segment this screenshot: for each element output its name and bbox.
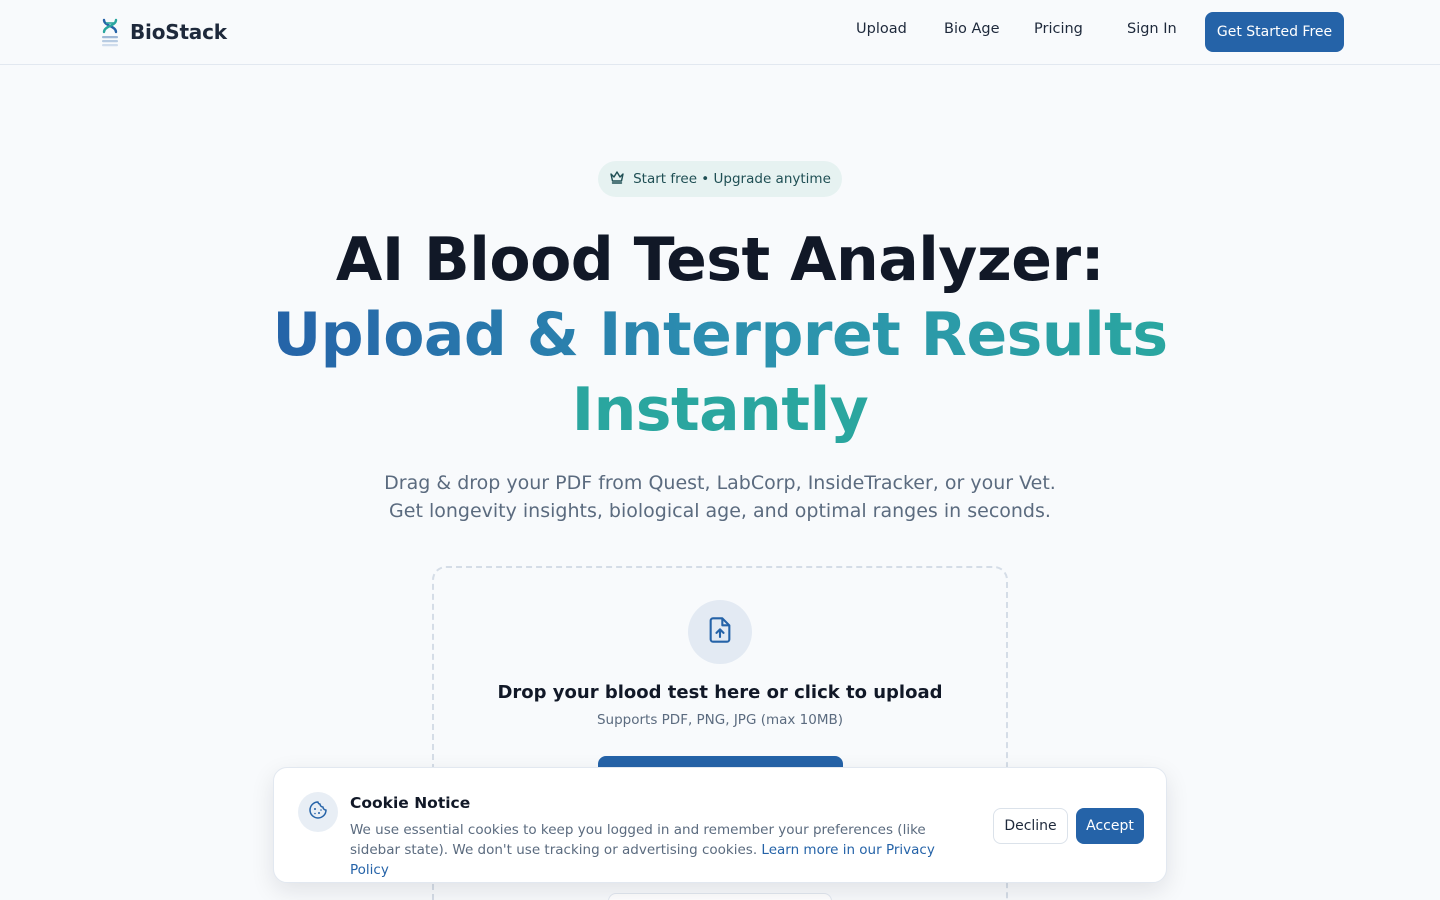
- nav-upload[interactable]: Upload: [856, 21, 907, 37]
- hero-subtitle-line-2: Get longevity insights, biological age, …: [389, 500, 1051, 522]
- page-title-line-3: Instantly: [571, 375, 869, 445]
- nav-pricing[interactable]: Pricing: [1034, 21, 1083, 37]
- secondary-button[interactable]: [608, 893, 832, 900]
- cookie-icon-circle: [298, 792, 338, 832]
- cookie-title: Cookie Notice: [350, 794, 471, 812]
- nav-bio-age[interactable]: Bio Age: [944, 21, 1000, 37]
- hero-subtitle-line-1: Drag & drop your PDF from Quest, LabCorp…: [384, 472, 1056, 494]
- page-title-gradient-text: Upload & Interpret Results: [272, 300, 1168, 370]
- brand-logo[interactable]: BioStack: [98, 16, 227, 48]
- accept-button[interactable]: Accept: [1076, 808, 1144, 844]
- top-navbar: BioStack Upload Bio Age Pricing Sign In …: [0, 0, 1440, 65]
- upload-icon-circle: [688, 600, 752, 664]
- brand-name: BioStack: [130, 20, 227, 44]
- cookie-text: We use essential cookies to keep you log…: [350, 820, 970, 880]
- nav-sign-in[interactable]: Sign In: [1127, 21, 1177, 37]
- cookie-icon: [308, 800, 328, 824]
- decline-button[interactable]: Decline: [993, 808, 1068, 844]
- upload-title: Drop your blood test here or click to up…: [497, 682, 943, 703]
- upload-formats: Supports PDF, PNG, JPG (max 10MB): [596, 712, 844, 728]
- plan-badge: Start free • Upgrade anytime: [598, 161, 842, 197]
- file-upload-icon: [706, 616, 734, 648]
- badge-text: Start free • Upgrade anytime: [633, 171, 831, 187]
- page-title-line-1: AI Blood Test Analyzer:: [335, 225, 1105, 295]
- page-title-line-2: Upload & Interpret Results: [0, 298, 1440, 372]
- cookie-notice: Cookie Notice We use essential cookies t…: [273, 767, 1167, 883]
- dna-icon: [98, 17, 122, 47]
- crown-icon: [609, 169, 625, 189]
- get-started-button[interactable]: Get Started Free: [1205, 12, 1344, 52]
